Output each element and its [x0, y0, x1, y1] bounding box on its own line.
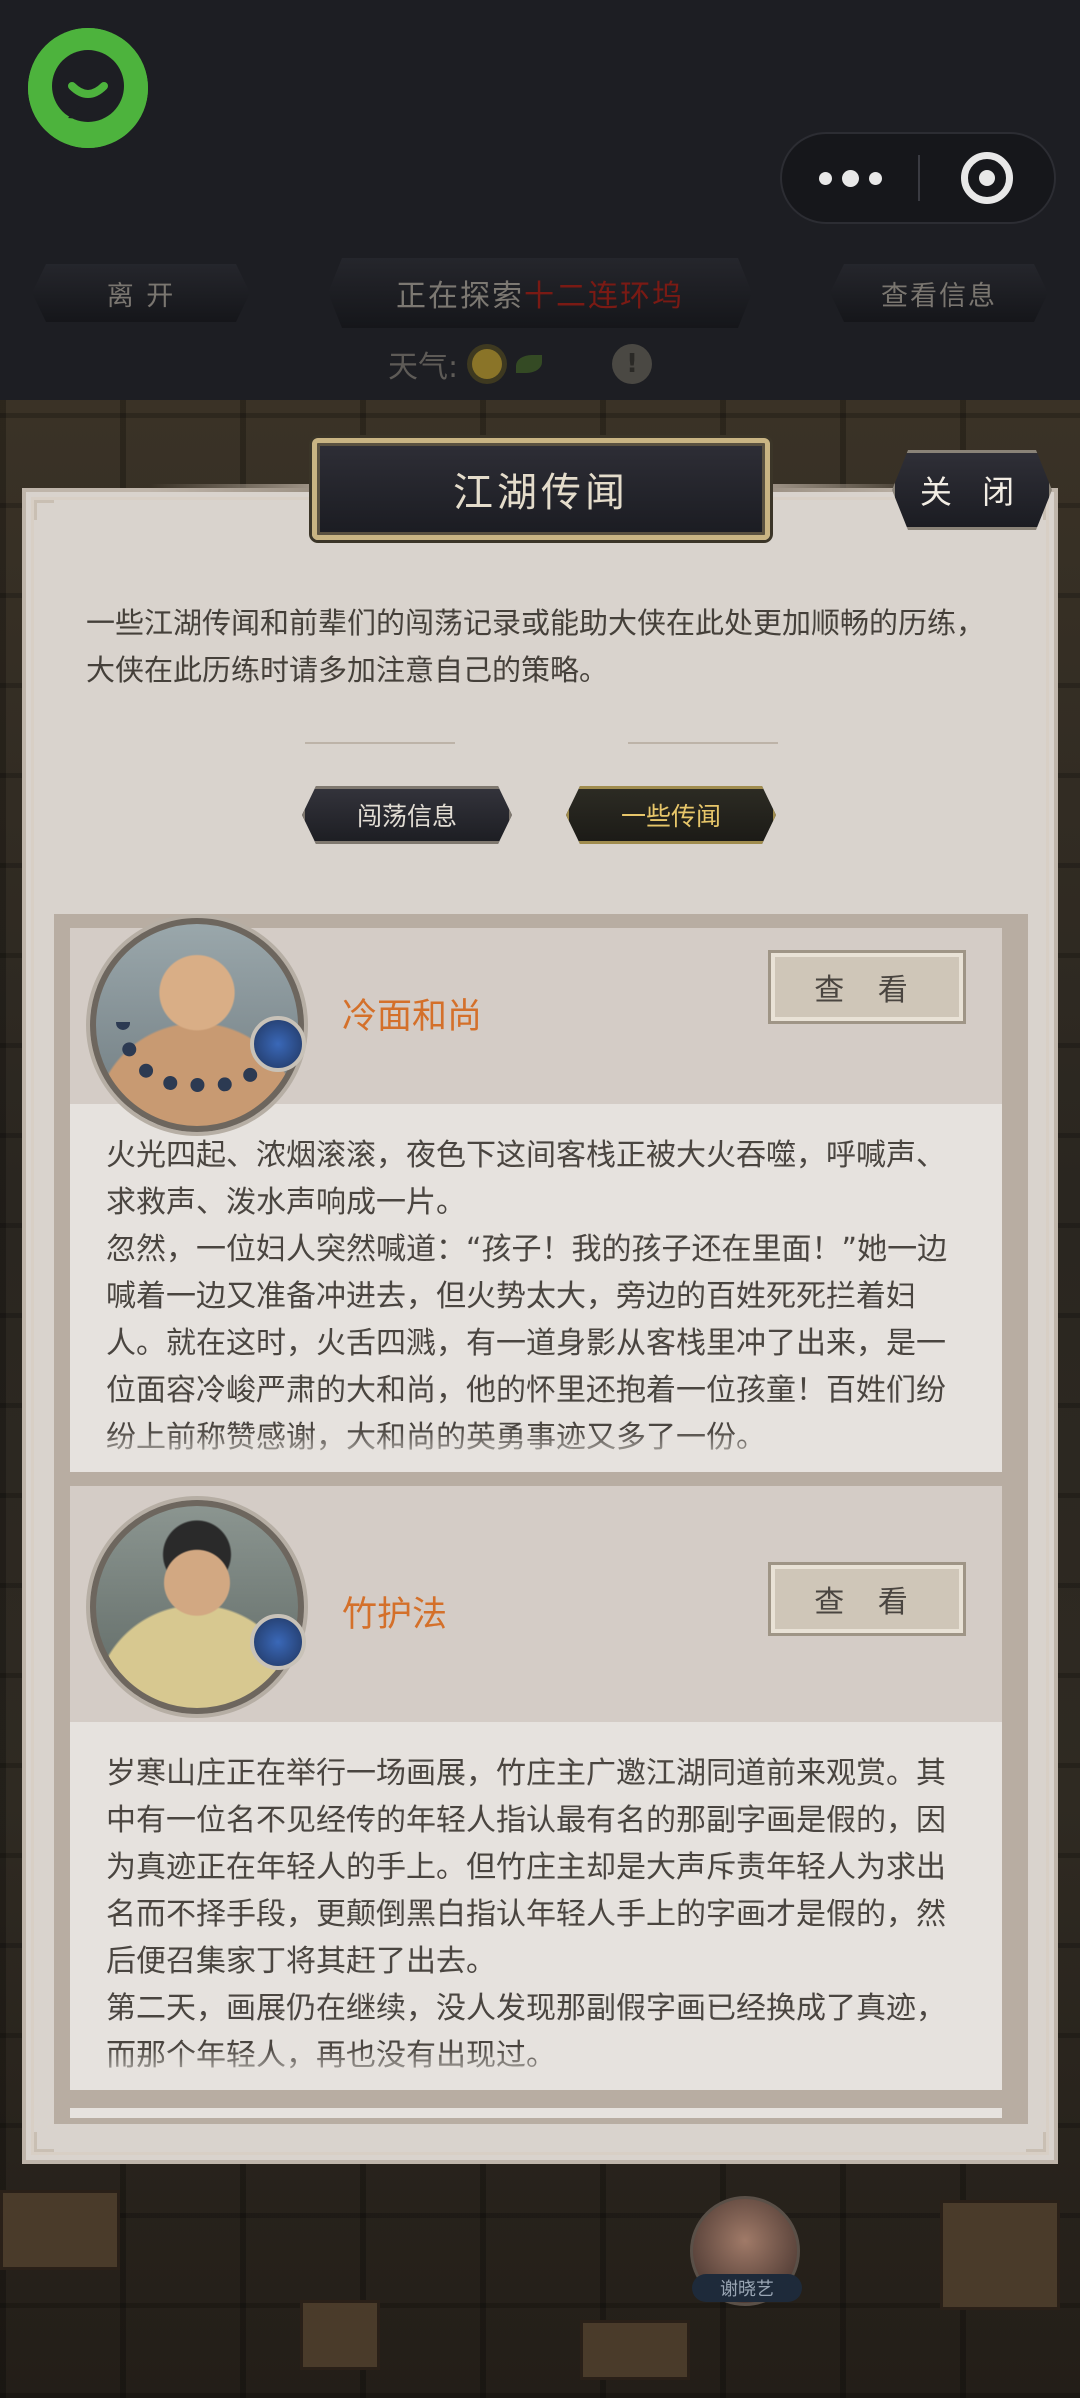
rumor-list[interactable]: 冷面和尚 查 看 火光四起、浓烟滚滚，夜色下这间客栈正被大火吞噬，呼喊声、求救声… — [54, 914, 1028, 2124]
weather-label: 天气: — [388, 350, 459, 385]
skill-badge-icon — [250, 1614, 306, 1670]
skill-badge-icon — [250, 1016, 306, 1072]
next-card-edge — [70, 2108, 1002, 2118]
chat-logo-icon[interactable] — [28, 28, 148, 148]
rumor-card: 冷面和尚 查 看 火光四起、浓烟滚滚，夜色下这间客栈正被大火吞噬，呼喊声、求救声… — [70, 918, 1002, 1472]
crate-decoration — [300, 2300, 380, 2370]
rumor-card: 竹护法 查 看 岁寒山庄正在举行一场画展，竹庄主广邀江湖同道前来观赏。其中有一位… — [70, 1486, 1002, 2090]
rumor-story: 岁寒山庄正在举行一场画展，竹庄主广邀江湖同道前来观赏。其中有一位名不见经传的年轻… — [70, 1722, 1002, 2088]
view-info-button[interactable]: 查看信息 — [830, 264, 1048, 322]
story-paragraph: 忽然，一位妇人突然喊道：“孩子！我的孩子还在里面！”她一边喊着一边又准备冲进去，… — [106, 1232, 948, 1455]
corner-ornament — [1026, 2132, 1046, 2152]
rumor-character-name: 冷面和尚 — [342, 997, 483, 1037]
mini-program-capsule — [780, 132, 1056, 224]
rumor-character-name: 竹护法 — [342, 1595, 448, 1635]
corner-ornament — [34, 500, 54, 520]
npc-name-tag: 谢晓艺 — [692, 2274, 802, 2302]
text-fade — [70, 1430, 1002, 1470]
view-button[interactable]: 查 看 — [768, 950, 966, 1024]
text-fade — [70, 2048, 1002, 2088]
weather-row: 天气: ! — [388, 342, 653, 386]
story-paragraph: 火光四起、浓烟滚滚，夜色下这间客栈正被大火吞噬，呼喊声、求救声、泼水声响成一片。 — [106, 1138, 946, 1220]
leave-button[interactable]: 离 开 — [32, 264, 250, 322]
tab-rumors[interactable]: 一些传闻 — [566, 786, 776, 844]
rumor-story: 火光四起、浓烟滚滚，夜色下这间客栈正被大火吞噬，呼喊声、求救声、泼水声响成一片。… — [70, 1104, 1002, 1470]
scholar-avatar — [90, 1500, 304, 1714]
top-bar: 离 开 正在探索 十二连环坞 查看信息 天气: ! — [0, 0, 1080, 400]
divider-right — [628, 742, 778, 744]
exploring-prefix: 正在探索 — [396, 279, 524, 314]
crate-decoration — [580, 2320, 690, 2380]
view-button[interactable]: 查 看 — [768, 1562, 966, 1636]
title-ornament-left — [150, 484, 310, 492]
exploring-banner: 正在探索 十二连环坞 — [328, 258, 752, 328]
more-dots-icon[interactable] — [782, 134, 918, 222]
crate-decoration — [0, 2190, 120, 2270]
corner-ornament — [34, 2132, 54, 2152]
close-button[interactable]: 关 闭 — [892, 450, 1052, 530]
panel-intro-text: 一些江湖传闻和前辈们的闯荡记录或能助大侠在此处更加顺畅的历练，大侠在此历练时请多… — [86, 606, 986, 687]
divider-left — [305, 742, 455, 744]
rumor-card-header: 冷面和尚 查 看 — [70, 918, 1002, 1132]
sun-icon — [472, 349, 503, 379]
rumor-card-header: 竹护法 查 看 — [70, 1486, 1002, 1722]
leaf-icon — [516, 355, 543, 373]
story-paragraph: 岁寒山庄正在举行一场画展，竹庄主广邀江湖同道前来观赏。其中有一位名不见经传的年轻… — [106, 1756, 946, 1979]
target-circle-icon[interactable] — [920, 134, 1054, 222]
exploring-location: 十二连环坞 — [524, 279, 684, 314]
warning-icon[interactable]: ! — [612, 344, 653, 384]
tab-roam-info[interactable]: 闯荡信息 — [302, 786, 512, 844]
crate-decoration — [940, 2200, 1060, 2310]
panel-title: 江湖传闻 — [312, 438, 770, 540]
